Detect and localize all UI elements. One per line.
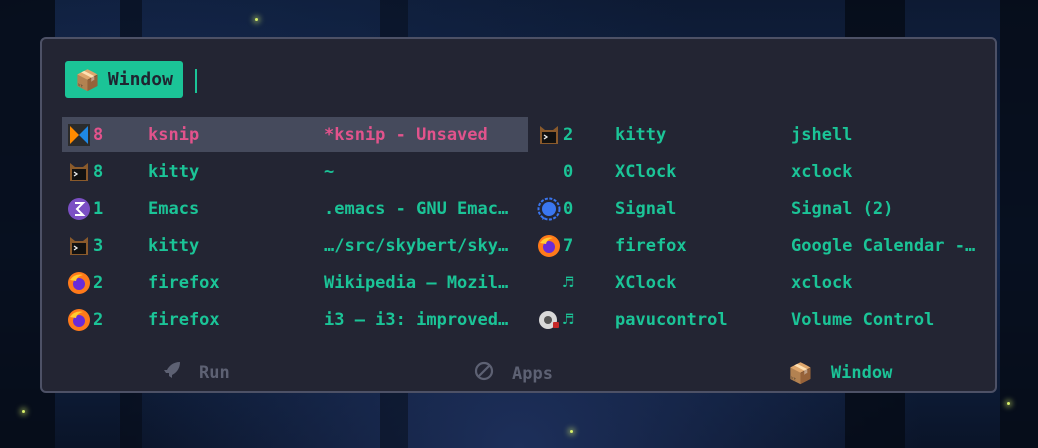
firefox-icon xyxy=(65,269,93,297)
package-icon: 📦 xyxy=(75,67,100,92)
window-title: *ksnip - Unsaved xyxy=(324,124,488,145)
list-item[interactable]: 8 kitty ~ xyxy=(62,154,527,189)
package-icon: 📦 xyxy=(788,361,813,385)
list-item[interactable]: 3 kitty …/src/skybert/sky… xyxy=(62,228,527,263)
workspace-number: ♬ xyxy=(563,309,574,330)
kitty-icon xyxy=(65,232,93,260)
list-item[interactable]: 0 XClock xclock xyxy=(532,154,997,189)
workspace-number: 7 xyxy=(563,235,574,256)
window-title: Wikipedia — Mozil… xyxy=(324,272,509,293)
firefly xyxy=(255,18,258,21)
firefox-icon xyxy=(535,232,563,260)
window-class: ksnip xyxy=(148,124,200,145)
workspace-number: 2 xyxy=(93,309,104,330)
background-tree xyxy=(1000,0,1038,448)
window-title: …/src/skybert/sky… xyxy=(324,235,509,256)
block-icon xyxy=(474,361,494,386)
window-class: firefox xyxy=(148,309,220,330)
workspace-number: 0 xyxy=(563,161,574,182)
list-item[interactable]: 0 Signal Signal (2) xyxy=(532,191,997,226)
rocket-icon xyxy=(163,361,181,384)
workspace-number: 2 xyxy=(563,124,574,145)
window-title: .emacs - GNU Emac… xyxy=(324,198,509,219)
mode-window-button[interactable]: 📦 Window xyxy=(788,361,892,385)
window-class: XClock xyxy=(615,161,677,182)
workspace-number: 8 xyxy=(93,124,104,145)
window-title: jshell xyxy=(791,124,853,145)
window-title: Signal (2) xyxy=(791,198,894,219)
mode-label: Window xyxy=(107,69,173,90)
list-item[interactable]: 7 firefox Google Calendar -… xyxy=(532,228,997,263)
window-class: Signal xyxy=(615,198,677,219)
window-title: i3 — i3: improved… xyxy=(324,309,509,330)
window-title: ~ xyxy=(324,161,335,182)
ksnip-icon xyxy=(65,121,93,149)
firefly xyxy=(1007,402,1010,405)
workspace-number: 8 xyxy=(93,161,104,182)
window-title: xclock xyxy=(791,161,853,182)
window-title: xclock xyxy=(791,272,853,293)
mode-run-label: Run xyxy=(199,362,230,383)
mode-window-label: Window xyxy=(830,363,893,383)
window-class: firefox xyxy=(148,272,220,293)
list-item[interactable]: 2 firefox Wikipedia — Mozil… xyxy=(62,265,527,300)
window-class: XClock xyxy=(615,272,677,293)
emacs-icon xyxy=(65,195,93,223)
list-item[interactable]: 8 ksnip *ksnip - Unsaved xyxy=(62,117,528,152)
workspace-number: 2 xyxy=(93,272,104,293)
firefly xyxy=(22,410,25,413)
workspace-number: 1 xyxy=(93,198,104,219)
workspace-number: 0 xyxy=(563,198,574,219)
window-class: kitty xyxy=(615,124,667,145)
firefox-icon xyxy=(65,306,93,334)
firefly xyxy=(570,430,573,433)
window-class: Emacs xyxy=(148,198,200,219)
text-cursor[interactable] xyxy=(195,69,197,93)
mode-apps-button[interactable]: Apps xyxy=(474,361,553,386)
window-class: pavucontrol xyxy=(615,309,728,330)
list-item[interactable]: ♬ pavucontrol Volume Control xyxy=(532,302,997,337)
window-list: 8 ksnip *ksnip - Unsaved 8 kitty ~ 1 Ema… xyxy=(62,117,997,339)
list-item[interactable]: 2 kitty jshell xyxy=(532,117,997,152)
list-item[interactable]: 1 Emacs .emacs - GNU Emac… xyxy=(62,191,527,226)
list-item[interactable]: ♬ XClock xclock xyxy=(532,265,997,300)
pavucontrol-icon xyxy=(535,306,563,334)
workspace-number: 3 xyxy=(93,235,104,256)
signal-icon xyxy=(535,195,563,223)
workspace-number: ♬ xyxy=(563,272,574,293)
window-title: Google Calendar -… xyxy=(791,235,976,256)
window-class: kitty xyxy=(148,235,200,256)
window-class: firefox xyxy=(615,235,687,256)
kitty-icon xyxy=(535,121,563,149)
window-switcher: 📦 Window 8 ksnip *ksnip - Unsaved 8 kitt… xyxy=(40,37,997,393)
mode-run-button[interactable]: Run xyxy=(163,361,230,384)
window-title: Volume Control xyxy=(791,309,935,330)
kitty-icon xyxy=(65,158,93,186)
mode-indicator: 📦 Window xyxy=(65,61,183,98)
window-class: kitty xyxy=(148,161,200,182)
list-item[interactable]: 2 firefox i3 — i3: improved… xyxy=(62,302,527,337)
mode-apps-label: Apps xyxy=(512,363,553,384)
